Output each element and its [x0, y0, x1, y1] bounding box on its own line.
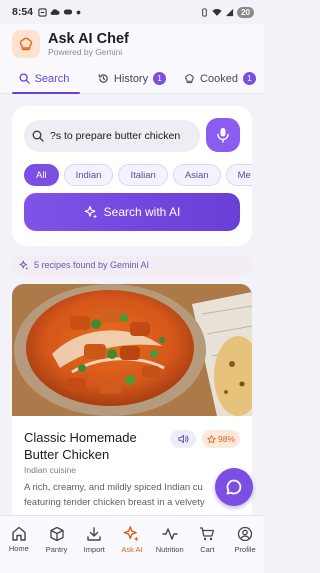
tab-label: Search [34, 72, 70, 85]
home-indicator [0, 563, 264, 573]
status-bar: 8:54 20 [0, 0, 264, 24]
chip-asian[interactable]: Asian [172, 164, 221, 186]
voice-search-button[interactable] [206, 118, 240, 152]
cloud-icon [50, 9, 60, 15]
results-count-text: 5 recipes found by Gemini AI [34, 260, 150, 270]
nav-label: Cart [200, 544, 215, 554]
cuisine-filter-chips: All Indian Italian Asian Me [24, 164, 252, 186]
recipe-cuisine: Indian cuisine [24, 465, 76, 475]
chip-more[interactable]: Me [225, 164, 252, 186]
app-header: Ask AI Chef Powered by Gemini [0, 24, 264, 64]
nav-profile[interactable]: Profile [232, 516, 258, 563]
cooked-count-badge: 1 [242, 72, 256, 85]
tab-label: History [113, 72, 149, 85]
chef-hat-icon [185, 74, 194, 84]
download-icon [87, 526, 101, 541]
chef-hat-icon [12, 30, 40, 58]
chip-italian[interactable]: Italian [118, 164, 168, 186]
chat-bubble-icon [226, 479, 242, 495]
page-subtitle: Powered by Gemini [48, 46, 123, 57]
search-with-ai-label: Search with AI [103, 205, 181, 219]
tab-search[interactable]: Search [0, 64, 88, 94]
sparkle-icon [19, 260, 29, 270]
recipe-title: Classic Homemade Butter Chicken [24, 430, 137, 462]
search-icon [19, 73, 30, 84]
notification-icon [38, 7, 47, 17]
search-box[interactable] [24, 120, 200, 152]
search-icon [32, 130, 44, 142]
nav-label: Nutrition [155, 544, 184, 554]
results-count-banner: 5 recipes found by Gemini AI [12, 255, 252, 275]
dot-icon [76, 10, 81, 14]
history-icon [98, 74, 108, 83]
vibrate-icon [202, 7, 207, 17]
recipe-image [12, 284, 252, 416]
tab-history[interactable]: History 1 [88, 64, 176, 93]
chip-all[interactable]: All [24, 164, 59, 186]
read-aloud-button[interactable] [170, 430, 196, 448]
tab-cooked[interactable]: Cooked 1 [176, 64, 264, 93]
nav-label: Profile [234, 544, 256, 554]
bottom-navigation: Home Pantry Import Ask AI Nutrition Cart… [0, 515, 264, 563]
box-icon [49, 526, 64, 541]
tab-bar: Search History 1 Cooked 1 [0, 64, 264, 94]
chat-fab-button[interactable] [215, 468, 253, 506]
sparkle-icon [124, 526, 140, 542]
signal-icon [225, 8, 234, 16]
microphone-icon [217, 128, 229, 143]
history-count-badge: 1 [153, 72, 167, 85]
nav-label: Home [8, 544, 29, 553]
game-icon [63, 9, 73, 15]
match-score: 98% [217, 434, 235, 444]
sparkle-icon [84, 205, 97, 219]
page-title: Ask AI Chef [48, 30, 129, 47]
search-card: All Indian Italian Asian Me Search with … [12, 106, 252, 246]
profile-icon [237, 526, 253, 541]
nav-home[interactable]: Home [6, 516, 32, 563]
search-input[interactable] [50, 130, 200, 142]
nav-nutrition[interactable]: Nutrition [155, 516, 184, 563]
nav-label: Import [83, 544, 105, 554]
tab-label: Cooked [200, 72, 238, 85]
chip-indian[interactable]: Indian [63, 164, 114, 186]
cart-icon [200, 526, 215, 540]
nav-label: Pantry [45, 544, 68, 554]
battery-indicator: 20 [237, 6, 254, 18]
nav-import[interactable]: Import [81, 516, 107, 563]
nav-pantry[interactable]: Pantry [44, 516, 70, 563]
star-icon [207, 434, 216, 443]
match-score-badge: 98% [202, 430, 240, 448]
pulse-icon [161, 527, 178, 540]
nav-label: Ask AI [121, 545, 143, 554]
search-with-ai-button[interactable]: Search with AI [24, 193, 240, 231]
nav-ask-ai[interactable]: Ask AI [119, 516, 145, 563]
nav-cart[interactable]: Cart [194, 516, 220, 563]
speaker-icon [177, 434, 189, 444]
status-time: 8:54 [12, 6, 34, 18]
wifi-icon [212, 8, 222, 16]
home-icon [12, 526, 26, 541]
